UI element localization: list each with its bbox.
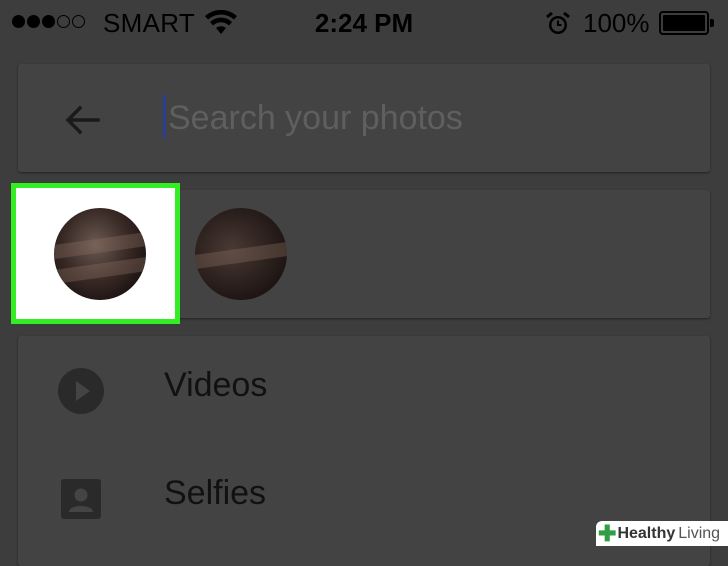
watermark-logo: ✚ Healthy Living	[596, 521, 728, 546]
arrow-back-icon[interactable]	[62, 100, 102, 140]
list-item-label: Videos	[164, 366, 268, 404]
watermark-word-1: Healthy	[617, 524, 676, 542]
portrait-icon	[58, 476, 104, 522]
status-bar: SMART 2:24 PM 100%	[0, 0, 728, 46]
search-bar	[18, 64, 710, 172]
search-input[interactable]	[166, 88, 690, 148]
play-circle-icon	[58, 368, 104, 414]
face-thumbnail[interactable]	[195, 208, 287, 300]
watermark-word-2: Living	[678, 524, 721, 542]
alarm-clock-icon	[544, 10, 572, 43]
list-item-videos[interactable]: Videos	[18, 336, 710, 444]
battery-icon	[659, 11, 714, 35]
list-item-label: Selfies	[164, 474, 267, 512]
green-plus-icon: ✚	[598, 520, 617, 546]
face-thumbnail[interactable]	[54, 208, 146, 300]
battery-percentage: 100%	[583, 8, 650, 38]
